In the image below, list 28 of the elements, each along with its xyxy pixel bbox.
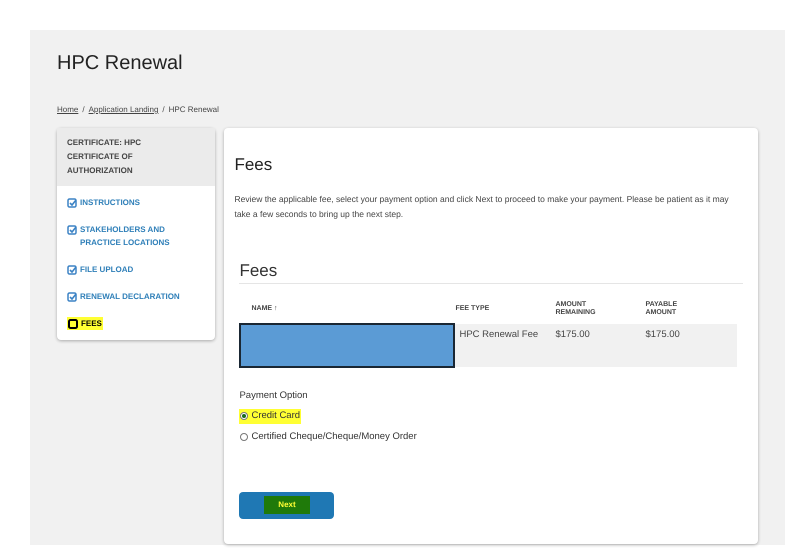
section-title: Fees: [239, 260, 278, 282]
step-link[interactable]: STAKEHOLDERS AND PRACTICE LOCATIONS: [67, 223, 206, 249]
checked-box-icon: [67, 292, 77, 302]
checked-box-icon: [67, 198, 77, 208]
certificate-header: CERTIFICATE: HPC CERTIFICATE OF AUTHORIZATION: [57, 128, 216, 186]
step-link[interactable]: INSTRUCTIONS: [67, 196, 140, 209]
breadcrumb-link[interactable]: Application Landing: [88, 104, 158, 116]
card-title: Fees: [234, 154, 274, 176]
radio-button[interactable]: [240, 432, 248, 441]
radio-option[interactable]: Credit Card: [239, 409, 302, 424]
step-link[interactable]: FILE UPLOAD: [67, 263, 134, 276]
checked-box-icon: [67, 265, 77, 275]
breadcrumb-separator: /: [82, 104, 85, 116]
radio-option[interactable]: Certified Cheque/Cheque/Money Order: [239, 430, 418, 444]
breadcrumb-current: HPC Renewal: [168, 104, 219, 116]
step-link[interactable]: RENEWAL DECLARATION: [67, 290, 180, 303]
breadcrumb-link[interactable]: Home: [57, 104, 78, 116]
description-text: Review the applicable fee, select your payment option and click Next to proceed to make your payment. Please be patient as it may take a few seconds to bring up the next step.: [234, 192, 730, 221]
table-cell-text: $175.00: [555, 328, 591, 342]
table-cell-text: HPC Renewal Fee: [458, 328, 540, 342]
page-title: HPC Renewal: [57, 51, 184, 76]
radio-button[interactable]: [240, 412, 248, 420]
payment-option-label: Payment Option: [239, 389, 309, 403]
table-cell-text: $175.00: [645, 328, 681, 342]
breadcrumb-separator: /: [162, 104, 165, 116]
step-link[interactable]: FEES: [67, 317, 103, 330]
next-button[interactable]: Next: [239, 492, 334, 519]
checked-box-icon: [67, 225, 77, 235]
